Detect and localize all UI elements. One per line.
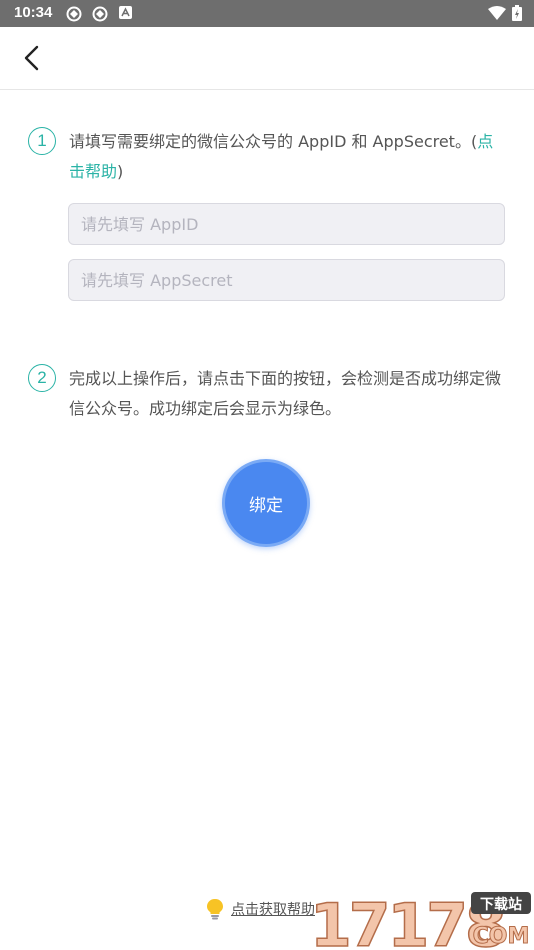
- watermark-badge: 下载站: [480, 896, 522, 913]
- appsecret-input[interactable]: [68, 259, 505, 301]
- step-1-text: 请填写需要绑定的微信公众号的 AppID 和 AppSecret。(点击帮助): [69, 127, 509, 187]
- watermark-domain: COM: [473, 924, 530, 949]
- get-help-label: 点击获取帮助: [231, 902, 315, 918]
- watermark-logo: 17178 下载站 COM: [309, 890, 531, 950]
- bind-button[interactable]: 绑定: [222, 459, 310, 547]
- status-bar: 10:34: [0, 0, 534, 27]
- step-1-instruction: 请填写需要绑定的微信公众号的 AppID 和 AppSecret。(: [69, 132, 478, 151]
- step-2-text: 完成以上操作后，请点击下面的按钮，会检测是否成功绑定微信公众号。成功绑定后会显示…: [69, 369, 502, 418]
- step-2-number: 2: [28, 364, 56, 392]
- battery-icon: [512, 5, 522, 21]
- sync-icon: [66, 6, 82, 22]
- step-1-instruction-end: ): [117, 162, 124, 181]
- step-1-number: 1: [28, 127, 56, 155]
- sync-icon-2: [92, 6, 108, 22]
- wifi-icon: [488, 6, 506, 20]
- app-bar: [0, 27, 534, 90]
- notification-a-icon: [119, 6, 132, 19]
- status-time: 10:34: [14, 4, 53, 21]
- appid-input[interactable]: [68, 203, 505, 245]
- get-help-link[interactable]: 点击获取帮助: [205, 898, 315, 920]
- back-arrow-icon[interactable]: [18, 43, 48, 73]
- lightbulb-icon: [207, 899, 223, 920]
